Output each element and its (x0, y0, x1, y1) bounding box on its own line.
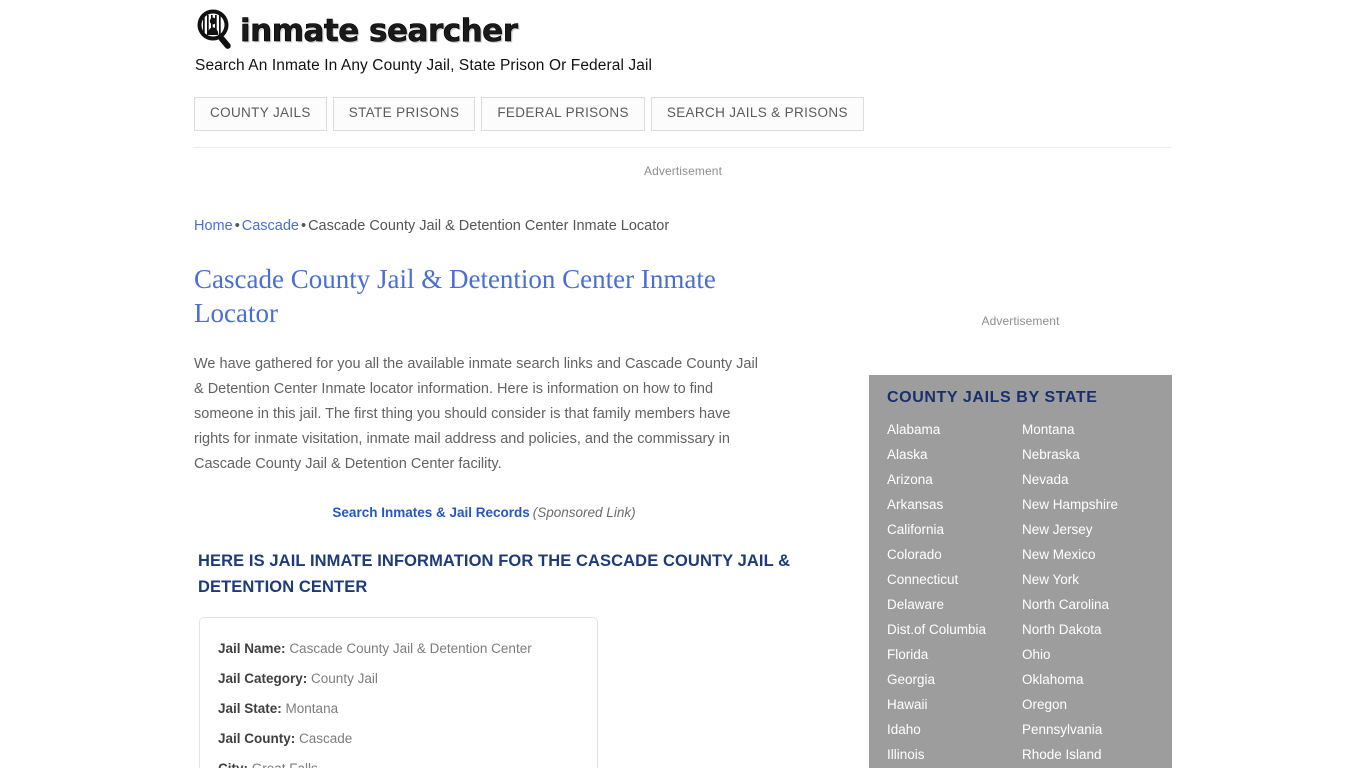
state-link-alabama[interactable]: Alabama (887, 417, 1022, 442)
state-link-florida[interactable]: Florida (887, 642, 1022, 667)
magnifier-jail-bars-icon (194, 8, 238, 52)
state-columns: Alabama Alaska Arizona Arkansas California Co… (887, 417, 1172, 767)
info-row-jail-county: Jail County: Cascade (218, 724, 597, 754)
state-link-rhode-island[interactable]: Rhode Island (1022, 742, 1172, 767)
sponsored-note: (Sponsored Link) (532, 505, 636, 520)
state-link-california[interactable]: California (887, 517, 1022, 542)
breadcrumb-separator-2: • (301, 218, 307, 234)
info-row-jail-state: Jail State: Montana (218, 694, 597, 724)
nav-divider (194, 147, 1172, 148)
state-link-ohio[interactable]: Ohio (1022, 642, 1172, 667)
nav-item-state-prisons[interactable]: STATE PRISONS (332, 97, 476, 131)
site-logo[interactable]: inmate searcher (194, 0, 1172, 52)
state-link-new-york[interactable]: New York (1022, 567, 1172, 592)
info-row-jail-category: Jail Category: County Jail (218, 664, 597, 694)
info-value-jail-name: Cascade County Jail & Detention Center (289, 641, 532, 656)
breadcrumb-county-link[interactable]: Cascade (242, 218, 299, 234)
state-link-arkansas[interactable]: Arkansas (887, 492, 1022, 517)
state-link-georgia[interactable]: Georgia (887, 667, 1022, 692)
main-navigation: COUNTY JAILS STATE PRISONS FEDERAL PRISO… (194, 97, 864, 131)
info-label-jail-name: Jail Name: (218, 641, 286, 656)
site-tagline: Search An Inmate In Any County Jail, Sta… (195, 57, 653, 74)
info-label-jail-county: Jail County: (218, 731, 296, 746)
state-link-connecticut[interactable]: Connecticut (887, 567, 1022, 592)
sidebar-title: COUNTY JAILS BY STATE (887, 389, 1098, 406)
logo-wordmark: inmate searcher (240, 12, 519, 49)
state-link-alaska[interactable]: Alaska (887, 442, 1022, 467)
page-title: Cascade County Jail & Detention Center I… (194, 264, 716, 328)
state-link-new-mexico[interactable]: New Mexico (1022, 542, 1172, 567)
info-value-city: Great Falls (252, 761, 318, 768)
site-header: inmate searcher Search An Inmate In Any … (194, 0, 1172, 74)
sidebar-advertisement-label: Advertisement (981, 314, 1060, 328)
state-link-oregon[interactable]: Oregon (1022, 692, 1172, 717)
state-link-hawaii[interactable]: Hawaii (887, 692, 1022, 717)
state-column-left: Alabama Alaska Arizona Arkansas California Co… (887, 417, 1022, 767)
top-advertisement-label: Advertisement (644, 164, 722, 178)
state-link-arizona[interactable]: Arizona (887, 467, 1022, 492)
breadcrumb: Home • Cascade • Cascade County Jail & Deten… (194, 218, 669, 234)
county-jails-by-state-sidebar: COUNTY JAILS BY STATE Alabama Alaska Arizo… (869, 375, 1172, 768)
state-link-montana[interactable]: Montana (1022, 417, 1172, 442)
intro-paragraph: We have gathered for you all the availab… (194, 356, 758, 472)
nav-item-federal-prisons[interactable]: FEDERAL PRISONS (481, 97, 645, 131)
info-value-jail-state: Montana (285, 701, 339, 716)
nav-item-search-jails-prisons[interactable]: SEARCH JAILS & PRISONS (650, 97, 864, 131)
state-link-oklahoma[interactable]: Oklahoma (1022, 667, 1172, 692)
state-link-north-carolina[interactable]: North Carolina (1022, 592, 1172, 617)
info-label-jail-state: Jail State: (218, 701, 282, 716)
info-label-jail-category: Jail Category: (218, 671, 308, 686)
info-label-city: City: (218, 761, 248, 768)
breadcrumb-home-link[interactable]: Home (194, 218, 233, 234)
state-link-pennsylvania[interactable]: Pennsylvania (1022, 717, 1172, 742)
state-link-north-dakota[interactable]: North Dakota (1022, 617, 1172, 642)
breadcrumb-current: Cascade County Jail & Detention Center I… (308, 218, 670, 234)
state-column-right: Montana Nebraska Nevada New Hampshire New Je… (1022, 417, 1172, 767)
state-link-dist-of-columbia[interactable]: Dist.of Columbia (887, 617, 1022, 642)
state-link-idaho[interactable]: Idaho (887, 717, 1022, 742)
breadcrumb-separator-1: • (234, 218, 240, 234)
state-link-colorado[interactable]: Colorado (887, 542, 1022, 567)
info-row-jail-name: Jail Name: Cascade County Jail & Detenti… (218, 634, 597, 664)
state-link-new-hampshire[interactable]: New Hampshire (1022, 492, 1172, 517)
state-link-nebraska[interactable]: Nebraska (1022, 442, 1172, 467)
nav-item-county-jails[interactable]: COUNTY JAILS (194, 97, 327, 131)
state-link-illinois[interactable]: Illinois (887, 742, 1022, 767)
state-link-nevada[interactable]: Nevada (1022, 467, 1172, 492)
state-link-delaware[interactable]: Delaware (887, 592, 1022, 617)
page-root: inmate searcher Search An Inmate In Any … (0, 0, 1366, 768)
state-link-new-jersey[interactable]: New Jersey (1022, 517, 1172, 542)
sponsored-search-link[interactable]: Search Inmates & Jail Records (332, 505, 529, 520)
section-heading: HERE IS JAIL INMATE INFORMATION FOR THE … (198, 552, 791, 596)
sponsored-link-row: Search Inmates & Jail Records (Sponsored … (194, 505, 774, 520)
jail-info-box: Jail Name: Cascade County Jail & Detenti… (199, 617, 598, 768)
main-content: Cascade County Jail & Detention Center I… (194, 262, 794, 600)
info-row-city: City: Great Falls (218, 754, 597, 768)
info-value-jail-county: Cascade (299, 731, 353, 746)
info-value-jail-category: County Jail (311, 671, 378, 686)
